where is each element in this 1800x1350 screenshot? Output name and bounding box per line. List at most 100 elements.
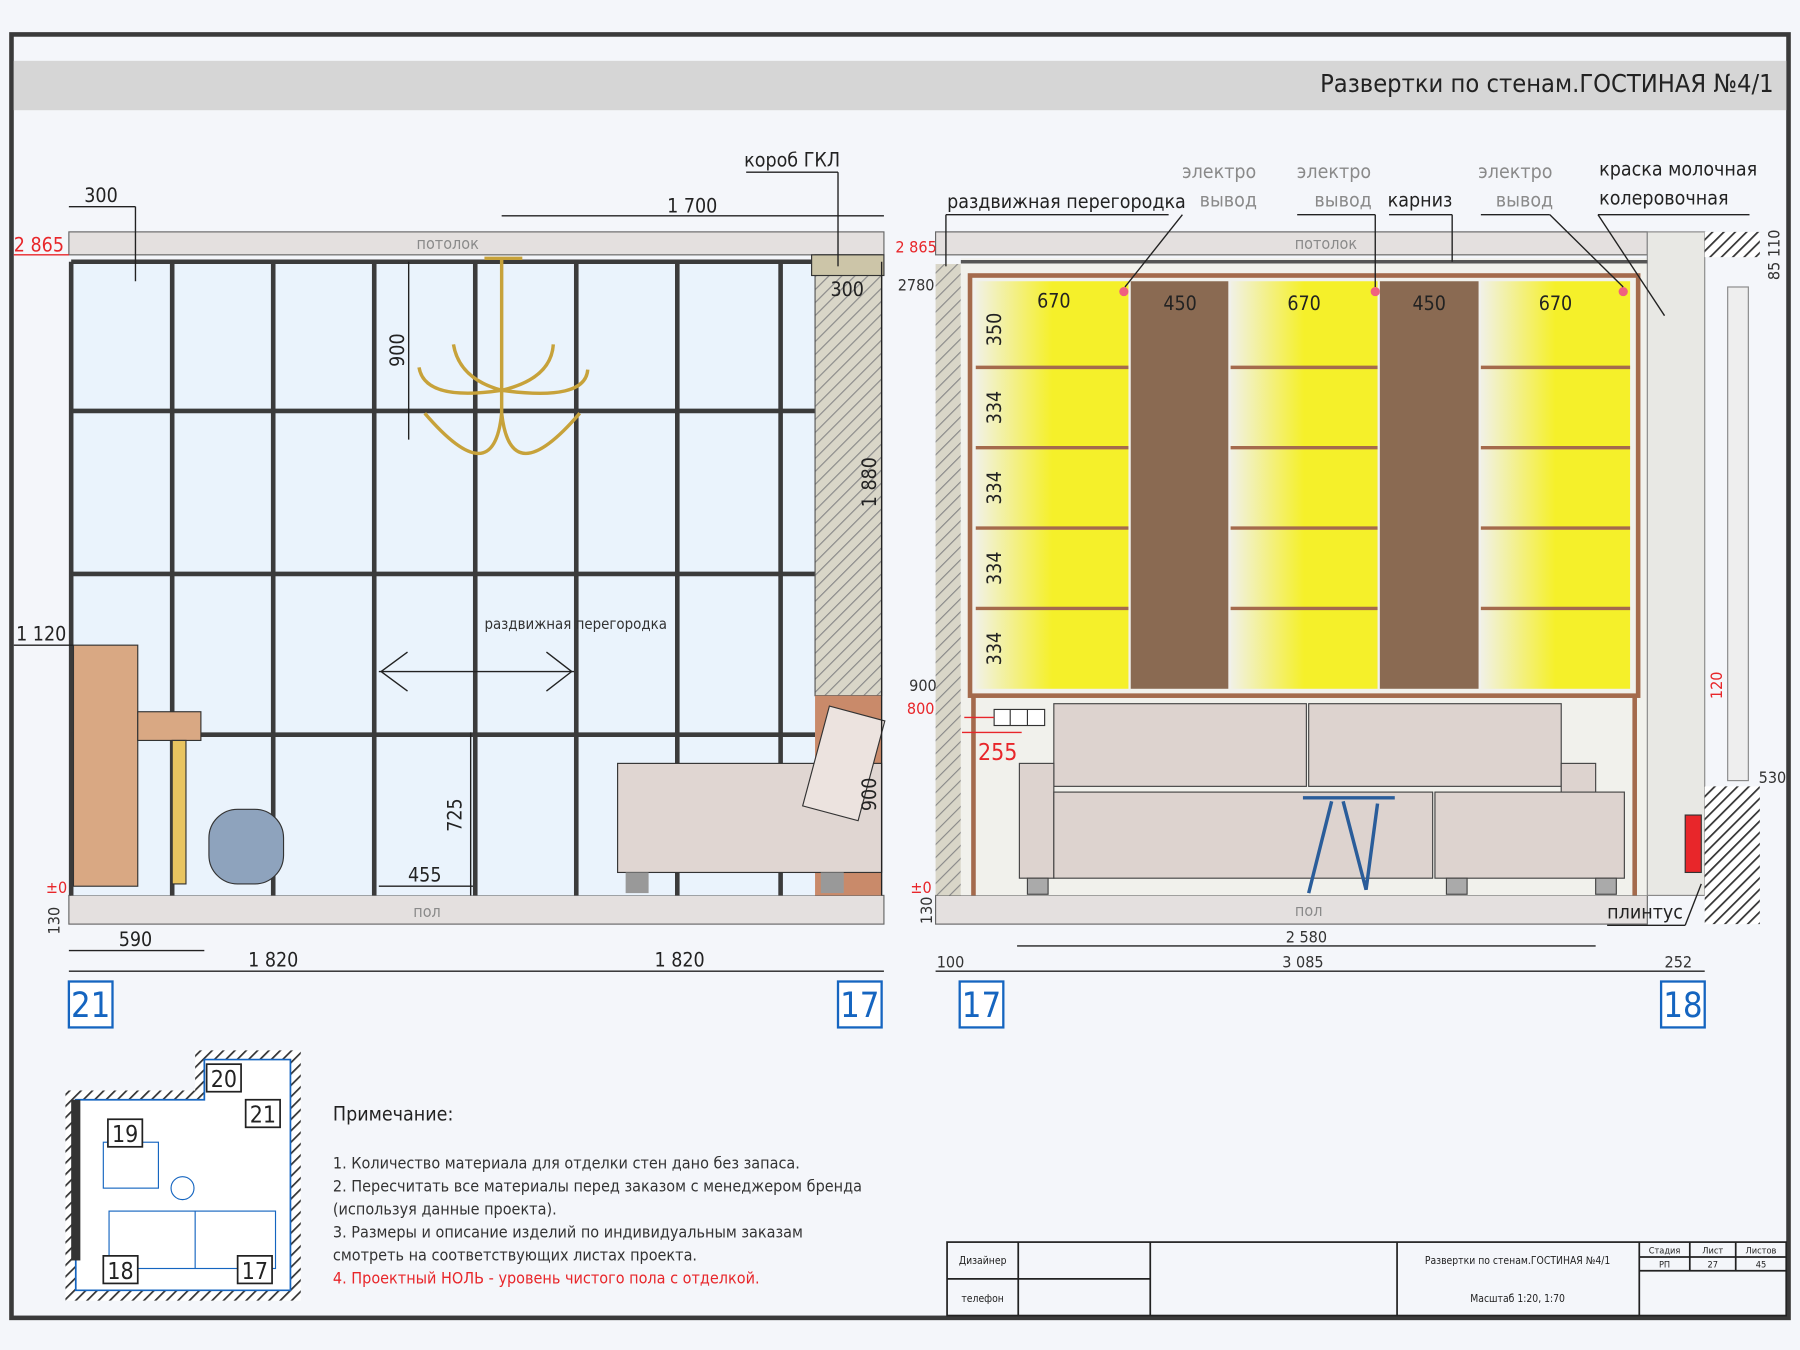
plinth-label: плинтус xyxy=(1607,900,1683,923)
note-4: 4. Проектный НОЛЬ - уровень чистого пола… xyxy=(333,1268,760,1287)
stage-label: Стадия xyxy=(1649,1246,1681,1257)
floor-label: пол xyxy=(413,902,441,921)
floor-band xyxy=(68,894,885,925)
plan-marker-20: 20 xyxy=(211,1067,237,1093)
pouf xyxy=(208,808,285,885)
shelf-col-4 xyxy=(1379,281,1479,689)
row-height-2: 334 xyxy=(983,391,1006,424)
electro-outlet-2-line1: электро xyxy=(1297,160,1371,183)
col-width-1: 670 xyxy=(1037,290,1070,313)
floor-label: пол xyxy=(1295,901,1323,920)
note-3: 3. Размеры и описание изделий по индивид… xyxy=(333,1223,803,1242)
col-width-5: 670 xyxy=(1539,292,1572,315)
dim-255: 255 xyxy=(978,740,1017,766)
electro-outlet-1-line2: вывод xyxy=(1200,189,1257,212)
radiator xyxy=(1684,814,1702,874)
dim-252: 252 xyxy=(1665,953,1693,972)
sheet-title: Развертки по стенам.ГОСТИНАЯ №4/1 xyxy=(1320,69,1773,98)
dim-530: 530 xyxy=(1759,768,1787,787)
plan-marker-17: 17 xyxy=(242,1259,268,1285)
drawing-canvas: Развертки по стенам.ГОСТИНАЯ №4/1 потоло… xyxy=(0,0,1800,1350)
level-zero: ±0 xyxy=(46,878,67,897)
note-1: 1. Количество материала для отделки стен… xyxy=(333,1154,800,1173)
wall-marker-17-label: 17 xyxy=(962,986,1001,1026)
dim-1700: 1 700 xyxy=(667,194,717,217)
dim-130: 130 xyxy=(917,897,936,925)
level-900: 900 xyxy=(909,676,937,695)
designer-label: Дизайнер xyxy=(959,1255,1007,1267)
paint-label-line1: краска молочная xyxy=(1599,158,1757,181)
ceiling-label: потолок xyxy=(1295,234,1358,253)
row-height-3: 334 xyxy=(983,471,1006,504)
dim-300-top: 300 xyxy=(84,184,117,207)
dim-590: 590 xyxy=(119,928,152,951)
col-width-3: 670 xyxy=(1287,292,1320,315)
dim-85: 85 xyxy=(1764,262,1783,280)
stage-value: РП xyxy=(1659,1259,1670,1270)
dim-455: 455 xyxy=(408,864,441,887)
dim-725: 725 xyxy=(443,798,466,831)
wall-marker-21-label: 21 xyxy=(71,986,110,1026)
note-3-cont: смотреть на соответствующих листах проек… xyxy=(333,1245,697,1264)
scale-label: Масштаб 1:20, 1:70 xyxy=(1470,1293,1565,1305)
dim-120: 120 xyxy=(1707,672,1726,700)
level-zero: ±0 xyxy=(910,878,931,897)
row-height-4: 334 xyxy=(983,551,1006,584)
cornice-label: карниз xyxy=(1388,189,1453,212)
gkl-box-label: короб ГКЛ xyxy=(744,148,840,171)
notes-title: Примечание: xyxy=(333,1102,453,1125)
gkl-box xyxy=(811,254,885,277)
level-2865: 2 865 xyxy=(14,233,64,256)
sliding-partition-label: раздвижная перегородка xyxy=(947,190,1186,213)
note-2-cont: (используя данные проекта). xyxy=(333,1200,557,1219)
sheets-label: Листов xyxy=(1746,1246,1777,1257)
shelf-col-5 xyxy=(1480,281,1631,689)
ceiling-band xyxy=(935,231,1648,256)
paint-label-line2: колеровочная xyxy=(1599,186,1728,209)
electro-outlet-1-line1: электро xyxy=(1182,160,1256,183)
dim-900-sofa: 900 xyxy=(858,778,881,811)
dim-900-chandelier: 900 xyxy=(386,333,409,366)
socket-block xyxy=(993,708,1046,727)
col-width-2: 450 xyxy=(1163,292,1196,315)
sheets-value: 45 xyxy=(1756,1259,1767,1270)
dim-3085: 3 085 xyxy=(1282,953,1323,972)
electro-outlet-3-line1: электро xyxy=(1478,160,1552,183)
note-2: 2. Пересчитать все материалы перед заказ… xyxy=(333,1177,862,1196)
level-2780: 2780 xyxy=(898,275,935,294)
level-2865: 2 865 xyxy=(895,238,936,257)
window-profile xyxy=(1727,286,1749,782)
shelf-col-2 xyxy=(1130,281,1229,689)
electro-outlet-3-line2: вывод xyxy=(1496,189,1553,212)
ceiling-label: потолок xyxy=(417,234,480,253)
drawing-sheet: { "header":{"title":"Развертки по стенам… xyxy=(0,0,1800,1350)
row-height-5: 334 xyxy=(983,632,1006,665)
sheet-value: 27 xyxy=(1708,1259,1718,1270)
side-wall xyxy=(935,264,961,896)
wall-return xyxy=(1646,231,1706,896)
phone-label: телефон xyxy=(961,1293,1004,1305)
row-height-1: 350 xyxy=(983,313,1006,346)
col-width-4: 450 xyxy=(1412,292,1445,315)
dim-110: 110 xyxy=(1764,230,1783,258)
piano xyxy=(72,644,139,887)
dim-1880: 1 880 xyxy=(858,457,881,507)
sheet-name: Развертки по стенам.ГОСТИНАЯ №4/1 xyxy=(1425,1255,1611,1267)
dim-1820-a: 1 820 xyxy=(248,949,298,972)
sheet-label: Лист xyxy=(1702,1246,1723,1257)
plan-marker-18: 18 xyxy=(107,1259,133,1285)
level-800: 800 xyxy=(907,699,935,718)
sliding-partition-label: раздвижная перегородка xyxy=(484,615,667,633)
dim-2580: 2 580 xyxy=(1286,927,1327,946)
wall-marker-17-label: 17 xyxy=(840,986,879,1026)
electro-outlet-2-line2: вывод xyxy=(1314,189,1371,212)
plan-marker-19: 19 xyxy=(112,1122,138,1148)
shelf-col-3 xyxy=(1230,281,1378,689)
dim-300-box: 300 xyxy=(830,278,863,301)
dim-1120: 1 120 xyxy=(16,623,66,646)
floor-band xyxy=(935,894,1648,925)
left-elevation: потолок пол раздвижная перегородка 2 865… xyxy=(14,148,886,1029)
dim-130: 130 xyxy=(45,907,64,935)
dim-1820-b: 1 820 xyxy=(654,949,704,972)
dim-100: 100 xyxy=(937,953,965,972)
